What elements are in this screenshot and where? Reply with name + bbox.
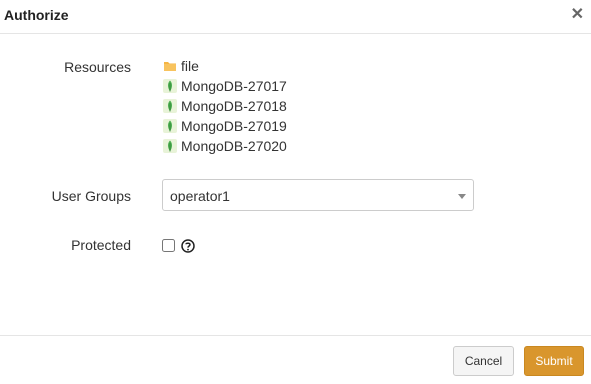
folder-icon: [163, 59, 177, 73]
help-icon[interactable]: [181, 239, 195, 253]
resource-item: MongoDB-27020: [163, 136, 287, 156]
resource-name: MongoDB-27018: [181, 98, 287, 114]
resource-item: MongoDB-27019: [163, 116, 287, 136]
protected-checkbox[interactable]: [162, 239, 175, 252]
mongodb-icon: [163, 139, 177, 153]
resources-list: file MongoDB-27017 MongoDB-27018 MongoDB…: [163, 56, 287, 156]
resource-item: MongoDB-27017: [163, 76, 287, 96]
submit-button[interactable]: Submit: [524, 346, 584, 376]
user-groups-label: User Groups: [51, 188, 131, 204]
resource-name: MongoDB-27020: [181, 138, 287, 154]
user-groups-value: operator1: [170, 188, 230, 204]
resource-name: MongoDB-27017: [181, 78, 287, 94]
close-icon[interactable]: ✕: [571, 6, 584, 24]
resources-label: Resources: [64, 59, 131, 75]
user-groups-select[interactable]: operator1: [162, 179, 474, 211]
mongodb-icon: [163, 119, 177, 133]
protected-label: Protected: [71, 237, 131, 253]
dialog-header: Authorize ✕: [0, 0, 591, 34]
mongodb-icon: [163, 79, 177, 93]
mongodb-icon: [163, 99, 177, 113]
resource-item: file: [163, 56, 287, 76]
resource-name: MongoDB-27019: [181, 118, 287, 134]
resource-name: file: [181, 58, 199, 74]
chevron-down-icon: [458, 194, 466, 199]
cancel-button[interactable]: Cancel: [453, 346, 514, 376]
dialog-title: Authorize: [4, 7, 69, 23]
resource-item: MongoDB-27018: [163, 96, 287, 116]
